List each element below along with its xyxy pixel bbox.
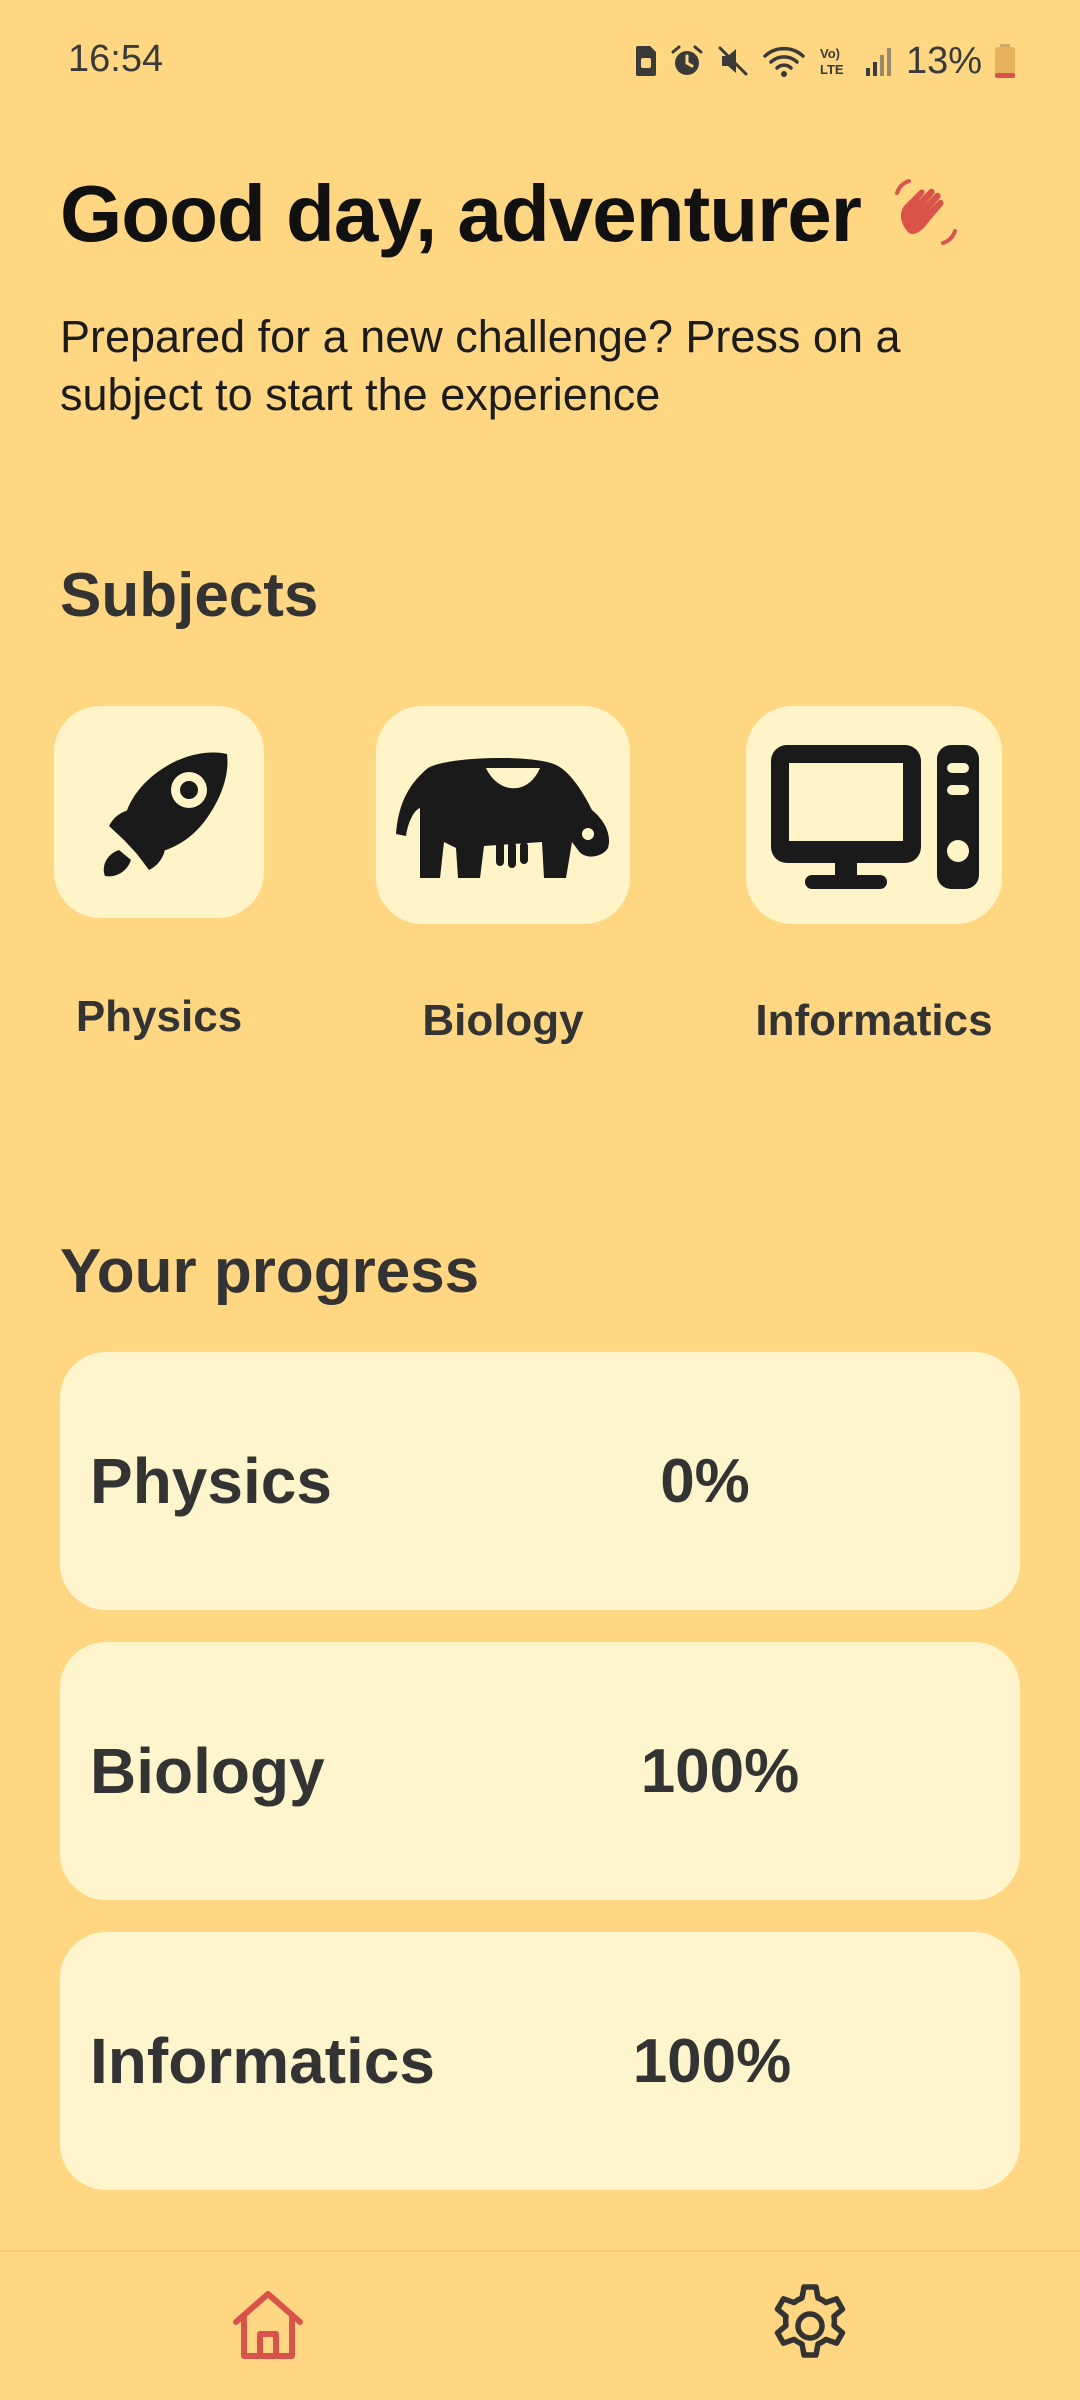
page-subtitle: Prepared for a new challenge? Press on a… — [60, 311, 901, 420]
status-time: 16:54 — [68, 38, 164, 80]
mute-icon — [716, 44, 750, 78]
progress-card-informatics: Informatics 100% — [60, 1932, 1020, 2190]
home-icon — [228, 2286, 308, 2371]
subject-label-physics[interactable]: Physics — [54, 992, 264, 1042]
page-title: Good day, adventurer — [60, 169, 862, 258]
waving-hand-icon — [889, 175, 963, 254]
volte-label-bottom: LTE — [820, 62, 844, 77]
progress-value: 100% — [640, 1736, 800, 1806]
progress-subject-name: Physics — [90, 1445, 332, 1517]
subject-card-biology[interactable] — [376, 706, 630, 924]
status-bar: 16:54 Vo) LTE 13% — [0, 0, 1080, 120]
subject-card-informatics[interactable] — [746, 706, 1002, 924]
signal-icon — [864, 44, 894, 78]
subject-label-biology[interactable]: Biology — [376, 996, 630, 1046]
sim-card-icon — [634, 44, 658, 78]
rocket-icon — [79, 730, 239, 895]
nav-settings-button[interactable] — [750, 2268, 870, 2388]
progress-card-physics: Physics 0% — [60, 1352, 1020, 1610]
status-icons: Vo) LTE 13% — [634, 36, 1016, 86]
progress-value: 100% — [632, 2026, 792, 2096]
subject-label-informatics[interactable]: Informatics — [726, 996, 1022, 1046]
battery-percent: 13% — [905, 39, 982, 82]
bottom-nav — [0, 2250, 1080, 2400]
progress-subject-name: Informatics — [90, 2025, 435, 2097]
progress-subject-name: Biology — [90, 1735, 325, 1807]
progress-heading: Your progress — [60, 1237, 480, 1306]
greeting: Good day, adventurer — [60, 168, 963, 260]
volte-icon: Vo) LTE — [818, 44, 852, 78]
computer-icon — [759, 733, 989, 898]
progress-card-biology: Biology 100% — [60, 1642, 1020, 1900]
subject-card-physics[interactable] — [54, 706, 264, 918]
nav-home-button[interactable] — [208, 2268, 328, 2388]
alarm-icon — [670, 44, 704, 78]
battery-icon — [994, 43, 1016, 79]
wifi-icon — [762, 44, 806, 78]
volte-label-top: Vo) — [820, 46, 840, 61]
subjects-heading: Subjects — [60, 561, 319, 630]
progress-value: 0% — [660, 1446, 750, 1516]
gear-icon — [765, 2281, 855, 2376]
cow-icon — [388, 738, 618, 893]
